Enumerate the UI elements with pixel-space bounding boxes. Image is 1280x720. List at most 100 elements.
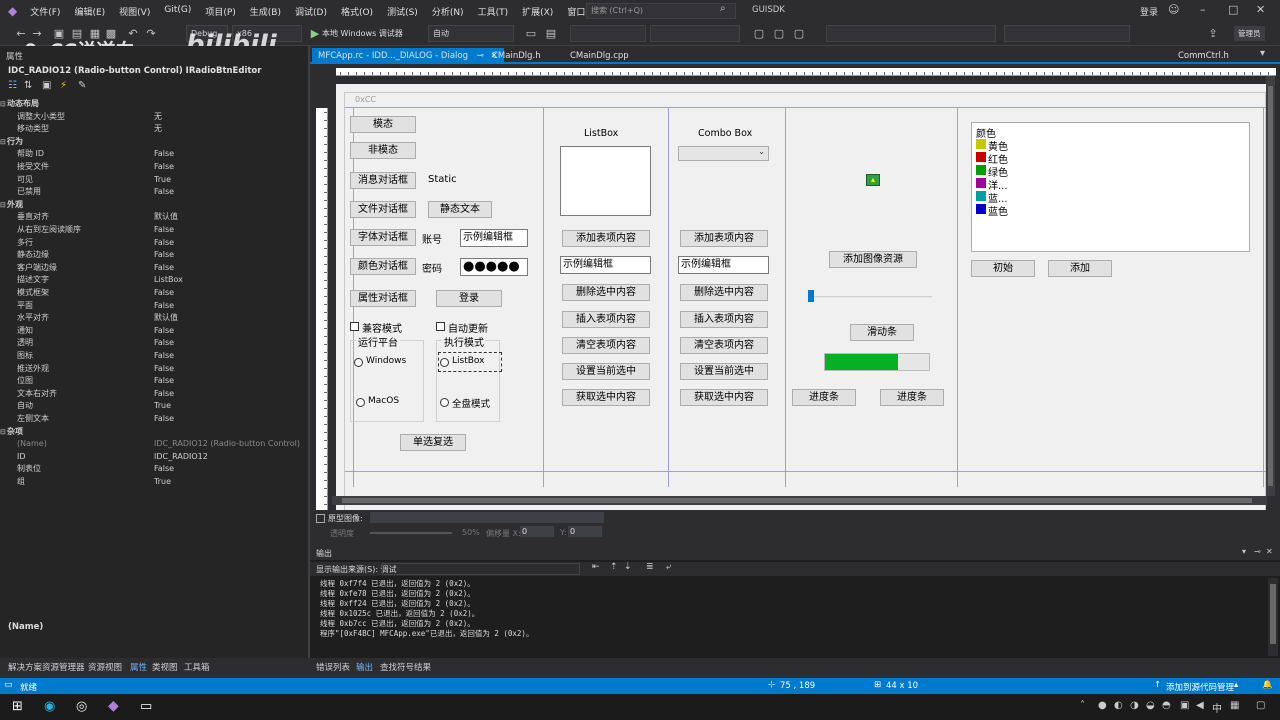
visual-studio-icon[interactable]: ◆ <box>108 698 119 714</box>
opacity-slider[interactable] <box>370 532 452 534</box>
property-dialog-button[interactable]: 属性对话框 <box>350 290 416 307</box>
toolbar-icon-a[interactable]: ▢ <box>752 27 766 41</box>
property-value[interactable]: False <box>154 237 174 250</box>
property-value[interactable]: IDC_RADIO12 (Radio-button Control) <box>154 438 300 451</box>
output-vscroll-thumb[interactable] <box>1270 584 1276 644</box>
offset-y-input[interactable]: 0 <box>568 526 602 537</box>
menu-item[interactable]: 调试(D) <box>288 5 334 18</box>
tab-toolbox[interactable]: 工具箱 <box>184 661 210 673</box>
property-value[interactable]: False <box>154 350 174 363</box>
calendar-icon[interactable]: ▦ <box>1230 700 1239 711</box>
property-row[interactable]: 帮助 ID False <box>0 148 308 161</box>
output-find-icon[interactable]: ⇤ <box>592 562 600 572</box>
password-input[interactable]: ●●●●● <box>460 258 528 276</box>
source-control-button[interactable]: 添加到源代码管理 <box>1166 681 1234 693</box>
property-category[interactable]: ⊟ 动态布局 <box>0 98 308 111</box>
combobox-dropdown-icon[interactable]: ⌄ <box>758 147 765 156</box>
maximize-icon[interactable]: □ <box>1228 3 1238 16</box>
listbox-clear-button[interactable]: 清空表项内容 <box>562 337 650 354</box>
menu-item[interactable]: 视图(V) <box>112 5 157 18</box>
tray-icon-3[interactable]: ◑ <box>1130 700 1139 711</box>
menu-item[interactable]: 格式(O) <box>334 5 380 18</box>
output-close-icon[interactable]: ✕ <box>1266 547 1273 556</box>
property-row[interactable]: 平面 False <box>0 300 308 313</box>
property-value[interactable]: 默认值 <box>154 312 178 325</box>
property-value[interactable]: 无 <box>154 111 162 124</box>
property-value[interactable]: ListBox <box>154 274 183 287</box>
properties-icon[interactable]: ▣ <box>42 80 51 91</box>
edge-icon[interactable]: ◉ <box>44 699 55 714</box>
property-value[interactable]: False <box>154 186 174 199</box>
property-row[interactable]: ID IDC_RADIO12 <box>0 451 308 464</box>
property-row[interactable]: 水平对齐 默认值 <box>0 312 308 325</box>
menu-item[interactable]: 工具(T) <box>471 5 516 18</box>
pin-icon[interactable]: ⊸ <box>477 51 484 61</box>
property-value[interactable]: 默认值 <box>154 211 178 224</box>
color-list-item[interactable]: 蓝... <box>976 190 1076 205</box>
property-value[interactable]: True <box>154 174 171 187</box>
alphabetical-icon[interactable]: ⇅ <box>24 80 32 91</box>
progress-button-2[interactable]: 进度条 <box>880 389 944 406</box>
output-dropdown-icon[interactable]: ▾ <box>1242 547 1246 556</box>
property-value[interactable]: IDC_RADIO12 <box>154 451 208 464</box>
canvas-hscroll[interactable] <box>332 496 1267 505</box>
app-window-icon[interactable]: ▭ <box>140 699 152 714</box>
output-source-select[interactable] <box>382 563 580 575</box>
property-row[interactable]: 位图 False <box>0 375 308 388</box>
property-value[interactable]: False <box>154 262 174 275</box>
offset-x-input[interactable]: 0 <box>520 526 554 537</box>
toolbar-dropdown-1[interactable] <box>570 25 646 42</box>
collapse-icon[interactable]: ⊟ <box>0 199 6 212</box>
tab-class-view[interactable]: 类视图 <box>152 661 178 673</box>
property-row[interactable]: 从右到左阅读顺序 False <box>0 224 308 237</box>
toolbar-icon-c[interactable]: ▢ <box>792 27 806 41</box>
menu-item[interactable]: 测试(S) <box>380 5 425 18</box>
menu-item[interactable]: 文件(F) <box>23 5 67 18</box>
tab-commctrl-h[interactable]: CommCtrl.h <box>1172 48 1235 64</box>
proto-path-input[interactable] <box>370 512 604 523</box>
search-box[interactable]: 搜索 (Ctrl+Q) <box>586 3 736 19</box>
property-row[interactable]: 推送外观 False <box>0 363 308 376</box>
combo-clear-button[interactable]: 清空表项内容 <box>680 337 768 354</box>
output-clear-icon[interactable]: ≣ <box>646 562 654 572</box>
property-row[interactable]: 透明 False <box>0 337 308 350</box>
account-icon[interactable]: ☺ <box>1168 3 1179 16</box>
chrome-icon[interactable]: ◎ <box>76 699 87 714</box>
compat-mode-checkbox[interactable] <box>350 322 359 331</box>
tab-resource-view[interactable]: 资源视图 <box>88 661 122 673</box>
tray-icon-4[interactable]: ◒ <box>1146 700 1155 711</box>
windows-start-icon[interactable]: ⊞ <box>12 699 23 714</box>
tray-icon-1[interactable]: ● <box>1098 700 1107 711</box>
add-button[interactable]: 添加 <box>1048 260 1112 277</box>
static-text-button[interactable]: 静态文本 <box>428 201 492 218</box>
combo-getsel-button[interactable]: 获取选中内容 <box>680 389 768 406</box>
radio-fulldisk[interactable] <box>440 398 449 407</box>
modeless-button[interactable]: 非模态 <box>350 142 416 159</box>
radio-windows[interactable] <box>354 358 363 367</box>
property-value[interactable]: False <box>154 463 174 476</box>
network-icon[interactable]: ▣ <box>1180 700 1189 711</box>
combo-add-button[interactable]: 添加表项内容 <box>680 230 768 247</box>
property-row[interactable]: (Name) IDC_RADIO12 (Radio-button Control) <box>0 438 308 451</box>
property-row[interactable]: 图标 False <box>0 350 308 363</box>
property-row[interactable]: 调整大小类型 无 <box>0 111 308 124</box>
property-category[interactable]: ⊟ 外观 <box>0 199 308 212</box>
canvas-vscroll-thumb[interactable] <box>1268 86 1273 486</box>
menu-item[interactable]: 分析(N) <box>425 5 471 18</box>
canvas-hscroll-thumb[interactable] <box>342 498 1252 503</box>
output-vscroll[interactable] <box>1268 578 1278 656</box>
notification-icon[interactable]: 🔔 <box>1262 680 1273 690</box>
volume-icon[interactable]: ◀ <box>1196 700 1204 711</box>
auto-select[interactable]: 自动 <box>428 25 514 42</box>
listbox-delete-button[interactable]: 删除选中内容 <box>562 284 650 301</box>
color-list-item[interactable]: 黄色 <box>976 138 1076 153</box>
progress-button-1[interactable]: 进度条 <box>792 389 856 406</box>
property-value[interactable]: False <box>154 148 174 161</box>
proto-checkbox[interactable] <box>316 514 325 523</box>
output-prev-icon[interactable]: ⇡ <box>610 562 618 572</box>
menu-item[interactable]: 生成(B) <box>243 5 288 18</box>
events-icon[interactable]: ⚡ <box>60 80 67 91</box>
combo-edit[interactable]: 示例编辑框 <box>678 256 769 274</box>
color-list-item[interactable]: 绿色 <box>976 164 1076 179</box>
run-icon[interactable]: ▶ <box>308 27 322 41</box>
